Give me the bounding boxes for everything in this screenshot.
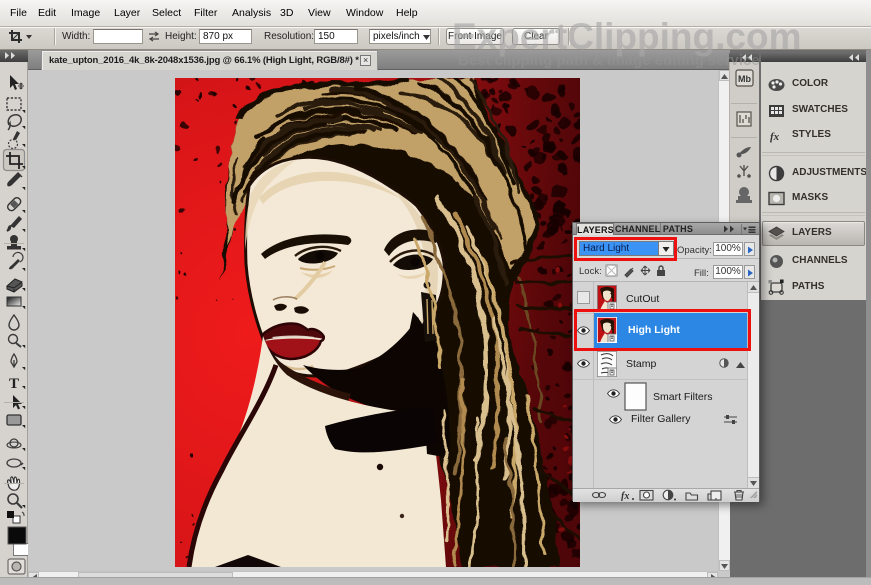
svg-text:T: T xyxy=(9,376,19,392)
svg-text:fx: fx xyxy=(621,491,629,501)
svg-text:fx: fx xyxy=(770,131,780,143)
svg-text:Mb: Mb xyxy=(738,74,751,84)
